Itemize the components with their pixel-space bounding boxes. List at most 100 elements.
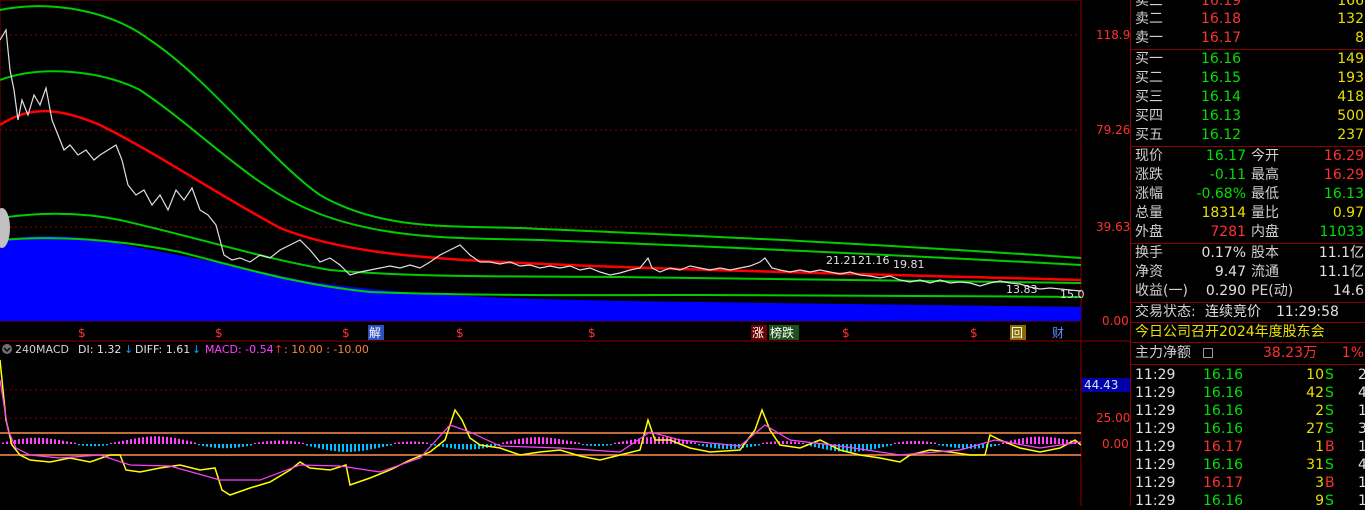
event-marker-dollar[interactable]: $ [456, 326, 464, 340]
macd-bar [238, 444, 240, 448]
macd-bar [338, 444, 340, 452]
bid-row-4[interactable]: 买四 16.13 500 [1131, 107, 1365, 126]
macd-bar [62, 440, 64, 444]
macd-bar [902, 441, 904, 444]
main-force-row[interactable]: 主力净额 38.23万 1% [1131, 344, 1365, 363]
band-upper-outer [0, 5, 1082, 259]
event-marker-dollar[interactable]: $ [342, 326, 350, 340]
bid-row-5[interactable]: 买五 16.12 237 [1131, 126, 1365, 145]
quote-label: 最高 [1251, 167, 1279, 183]
tick-row[interactable]: 11:29 16.16 42S 4 [1131, 384, 1365, 403]
macd-bar [110, 442, 112, 444]
macd-bar [618, 442, 620, 444]
macd-bar [794, 441, 796, 444]
bid-row-1[interactable]: 买一 16.16 149 [1131, 50, 1365, 69]
tick-row[interactable]: 11:29 16.16 31S 4 [1131, 456, 1365, 475]
macd-bar [294, 441, 296, 444]
tick-time: 11:29 [1135, 403, 1176, 419]
macd-bar [814, 444, 816, 448]
list-icon[interactable] [1203, 348, 1213, 358]
ask-label: 卖二 [1135, 11, 1163, 27]
price-axis-tick: 79.26 [1096, 123, 1130, 137]
macd-bar [374, 444, 376, 449]
bid-row-2[interactable]: 买二 16.15 193 [1131, 69, 1365, 88]
tick-row[interactable]: 11:29 16.16 10S 2 [1131, 366, 1365, 385]
status-value: 连续竞价 [1205, 304, 1261, 320]
ask-row-1[interactable]: 卖一 16.17 8 [1131, 29, 1365, 48]
macd-bar [446, 444, 448, 448]
event-marker-dollar[interactable]: $ [78, 326, 86, 340]
macd-bar [602, 444, 604, 446]
tick-row[interactable]: 11:29 16.16 9S 1 [1131, 492, 1365, 506]
fundamental-row: 净资 9.47 流通 11.1亿 [1131, 263, 1365, 282]
macd-bar [418, 441, 420, 444]
tick-row[interactable]: 11:2916.171B1 [1131, 438, 1365, 457]
macd-bar [386, 444, 388, 447]
event-marker-unlock[interactable]: 解 [369, 326, 381, 340]
quote-row: 涨跌 -0.11 最高 16.29 [1131, 166, 1365, 185]
peak-label-3: 19.81 [893, 258, 925, 271]
tick-row[interactable]: 11:29 16.16 27S 3 [1131, 420, 1365, 439]
macd-bar [926, 441, 928, 444]
bid-volume: 149 [1337, 51, 1364, 67]
tick-side: B [1325, 439, 1335, 455]
event-marker-return[interactable]: 回 [1011, 326, 1023, 340]
quote-label: 现价 [1135, 148, 1163, 164]
indicator-name[interactable]: 240MACD [15, 343, 69, 356]
macd-bar [454, 444, 456, 449]
event-marker-finance[interactable]: 财 [1052, 326, 1064, 340]
macd-bar [918, 441, 920, 444]
event-marker-dollar[interactable]: $ [842, 326, 850, 340]
macd-bar [302, 442, 304, 444]
tick-row[interactable]: 11:29 16.17 3B 1 [1131, 474, 1365, 493]
company-notice[interactable]: 今日公司召开2024年度股东会 [1131, 323, 1365, 342]
macd-bar [766, 442, 768, 444]
fundamental-label: PE(动) [1251, 283, 1294, 299]
fundamental-label: 收益(一) [1135, 283, 1188, 299]
event-marker-limit[interactable]: 涨 [752, 325, 764, 340]
bid-row-3[interactable]: 买三 16.14 418 [1131, 88, 1365, 107]
tick-count: 1 [1358, 438, 1365, 457]
quote-label: 涨跌 [1135, 167, 1163, 183]
fundamental-value: 9.47 [1214, 264, 1246, 280]
macd-bar [170, 437, 172, 444]
bid-price: 16.15 [1201, 70, 1242, 86]
collapse-icon[interactable] [2, 344, 12, 354]
tick-side: S [1325, 403, 1334, 419]
event-marker-rank[interactable]: 榜跌 [770, 325, 794, 340]
macd-bar [566, 440, 568, 444]
macd-bar [610, 444, 612, 446]
ask-row-2[interactable]: 卖二 16.18 132 [1131, 10, 1365, 29]
bid-price: 16.16 [1201, 51, 1242, 67]
macd-bar [242, 444, 244, 447]
macd-bar [734, 444, 736, 449]
macd-bar [582, 444, 584, 446]
event-marker-dollar[interactable]: $ [588, 326, 596, 340]
bid-price: 16.12 [1201, 127, 1242, 143]
fundamental-row: 收益(一) 0.290 PE(动) 14.6 [1131, 282, 1365, 301]
ask-price: 16.18 [1201, 11, 1242, 27]
event-marker-dollar[interactable]: $ [970, 326, 978, 340]
price-axis: 118.9 79.26 39.63 0.00 [1096, 28, 1130, 328]
chart-area[interactable]: 21.21 21.16 19.81 13.83 15.0 118.9 79.26… [0, 0, 1130, 506]
macd-bar [370, 444, 372, 450]
quote-value: 11033 [1319, 224, 1364, 240]
tick-row[interactable]: 11:29 16.16 2S 1 [1131, 402, 1365, 421]
indicator-di: DI: 1.32 [78, 343, 121, 356]
macd-bar [182, 439, 184, 444]
trading-status: 交易状态: 连续竞价 11:29:58 [1131, 303, 1365, 322]
fundamental-value: 0.17% [1201, 245, 1246, 261]
macd-bar [554, 438, 556, 444]
tick-price: 16.16 [1203, 493, 1244, 506]
quote-row: 总量 18314 量比 0.97 [1131, 204, 1365, 223]
macd-bar [550, 437, 552, 444]
tick-time: 11:29 [1135, 493, 1176, 506]
ask-price: 16.17 [1201, 30, 1242, 46]
kline-chart[interactable]: 21.21 21.16 19.81 13.83 15.0 118.9 79.26… [0, 0, 1130, 506]
event-marker-dollar[interactable]: $ [215, 326, 223, 340]
tick-count: 2 [1358, 366, 1365, 385]
macd-bar [878, 444, 880, 449]
macd-bar [346, 444, 348, 452]
tick-price: 16.17 [1203, 475, 1244, 491]
fundamental-value: 11.1亿 [1318, 245, 1364, 261]
